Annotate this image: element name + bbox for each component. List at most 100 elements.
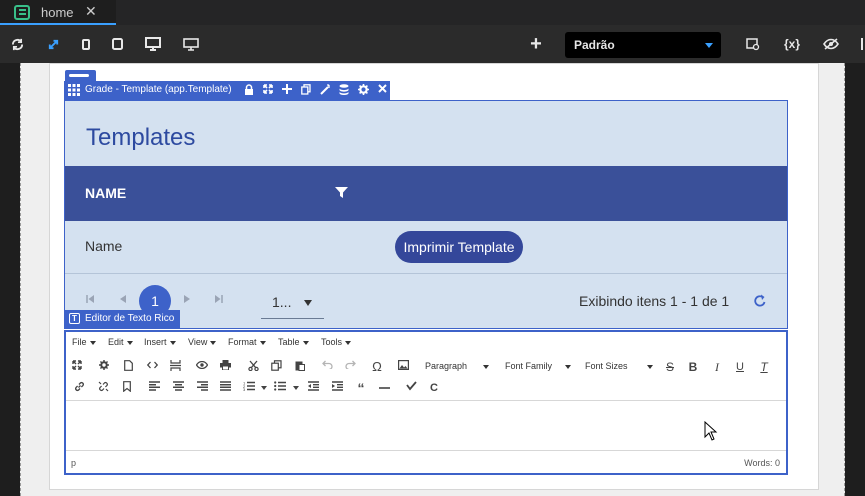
bullet-list-icon[interactable] (273, 381, 287, 395)
menu-file[interactable]: File (72, 337, 96, 347)
bookmark-icon[interactable] (120, 381, 134, 395)
grid-header: NAME (65, 166, 787, 221)
filter-icon[interactable] (335, 186, 348, 199)
source-code-icon[interactable] (145, 360, 159, 374)
bold-icon[interactable]: B (686, 360, 700, 374)
unlink-icon[interactable] (96, 381, 110, 395)
close-icon[interactable] (376, 84, 388, 96)
align-justify-icon[interactable] (218, 381, 232, 395)
gear-icon[interactable] (97, 360, 111, 374)
italic-icon[interactable]: I (710, 360, 724, 374)
editor-statusbar: p Words: 0 (66, 450, 786, 473)
lock-icon[interactable] (243, 84, 255, 96)
special-character-icon[interactable]: Ω (370, 360, 384, 374)
align-right-icon[interactable] (195, 381, 209, 395)
editor-toolbar-1: Ω Paragraph Font Family Font Sizes S B I… (66, 356, 786, 378)
menu-edit[interactable]: Edit (108, 337, 133, 347)
menu-view[interactable]: View (188, 337, 217, 347)
copyright-icon[interactable]: C (427, 381, 441, 395)
undo-icon[interactable] (320, 360, 334, 374)
font-sizes-select[interactable]: Font Sizes (585, 361, 653, 371)
paste-icon[interactable] (293, 360, 307, 374)
redo-icon[interactable] (343, 360, 357, 374)
blockquote-icon[interactable]: “ (354, 381, 368, 395)
chevron-down-icon[interactable] (289, 381, 303, 395)
strikethrough-icon[interactable]: S (663, 360, 677, 374)
theme-select[interactable]: Padrão (565, 32, 721, 58)
chevron-down-icon (304, 300, 312, 306)
preview-icon[interactable] (744, 25, 762, 63)
underline-icon[interactable]: U (733, 360, 747, 374)
monitor-icon[interactable] (181, 25, 201, 63)
rich-text-editor: File Edit Insert View Format Table Tools (64, 330, 788, 475)
variables-icon[interactable]: {x} (780, 25, 804, 63)
editor-content-area[interactable] (66, 400, 786, 450)
column-header-name[interactable]: NAME (85, 185, 126, 201)
menu-insert[interactable]: Insert (144, 337, 176, 347)
tab-home[interactable]: home ✕ (0, 0, 116, 25)
fullscreen-icon[interactable] (44, 25, 62, 63)
align-center-icon[interactable] (171, 381, 185, 395)
overflow-icon[interactable] (858, 25, 865, 63)
next-page-icon[interactable] (181, 294, 193, 306)
magic-wand-icon[interactable] (319, 84, 331, 96)
tablet-icon[interactable] (108, 25, 126, 63)
page-break-icon[interactable] (168, 360, 182, 374)
horizontal-line-icon[interactable] (377, 381, 391, 395)
chevron-down-icon (705, 43, 713, 48)
grade-component-toolbar[interactable]: Grade - Template (app.Template) (64, 81, 390, 100)
grade-component: Templates NAME Name Imprimir Template 1 (64, 100, 788, 329)
designer-app: home ✕ + Padrão {x} Grade - Template (ap… (0, 0, 865, 496)
refresh-icon[interactable] (8, 25, 26, 63)
cut-icon[interactable] (246, 360, 260, 374)
editor-menubar: File Edit Insert View Format Table Tools (66, 332, 786, 354)
rte-component-toolbar[interactable]: T Editor de Texto Rico (64, 310, 180, 329)
copy-icon[interactable] (300, 84, 312, 96)
add-icon[interactable]: + (527, 25, 545, 63)
desktop-icon[interactable] (143, 25, 163, 63)
expand-icon[interactable] (262, 84, 274, 96)
indent-icon[interactable] (330, 381, 344, 395)
image-icon[interactable] (396, 360, 410, 374)
gear-icon[interactable] (357, 84, 369, 96)
preview-icon[interactable] (195, 360, 209, 374)
page-size-select[interactable]: 1... (261, 287, 324, 319)
table-row: Name Imprimir Template (65, 221, 787, 274)
form-icon (14, 5, 30, 20)
mobile-icon[interactable] (78, 25, 94, 63)
first-page-icon[interactable] (84, 294, 96, 306)
hide-icon[interactable] (822, 25, 840, 63)
menu-table[interactable]: Table (278, 337, 309, 347)
prev-page-icon[interactable] (117, 294, 129, 306)
database-icon[interactable] (338, 84, 350, 96)
menu-format[interactable]: Format (228, 337, 266, 347)
clear-format-icon[interactable]: T (757, 360, 771, 374)
grade-component-label: Grade - Template (app.Template) (85, 84, 232, 95)
paragraph-select[interactable]: Paragraph (425, 361, 489, 371)
print-icon[interactable] (218, 360, 232, 374)
align-left-icon[interactable] (147, 381, 161, 395)
fullscreen-icon[interactable] (70, 360, 84, 374)
check-icon[interactable] (404, 381, 418, 395)
close-icon[interactable]: ✕ (85, 3, 97, 20)
font-family-select[interactable]: Font Family (505, 361, 571, 371)
copy-icon[interactable] (269, 360, 283, 374)
print-template-button[interactable]: Imprimir Template (395, 231, 523, 263)
theme-select-value: Padrão (574, 38, 615, 52)
link-icon[interactable] (72, 381, 86, 395)
pager-info: Exibindo itens 1 - 1 de 1 (579, 293, 730, 309)
outdent-icon[interactable] (306, 381, 320, 395)
last-page-icon[interactable] (213, 294, 225, 306)
chevron-down-icon[interactable] (257, 381, 271, 395)
row-cell-name: Name (85, 238, 123, 254)
add-icon[interactable] (281, 84, 293, 96)
rte-component-label: Editor de Texto Rico (85, 313, 175, 324)
element-path[interactable]: p (71, 458, 76, 468)
drag-handle[interactable] (65, 70, 96, 81)
word-count: Words: 0 (744, 458, 780, 468)
menu-tools[interactable]: Tools (321, 337, 352, 347)
refresh-icon[interactable] (753, 294, 767, 308)
numbered-list-icon[interactable]: 123 (242, 381, 256, 395)
new-document-icon[interactable] (121, 360, 135, 374)
editor-toolbar-2: 123 “ C (66, 377, 786, 399)
